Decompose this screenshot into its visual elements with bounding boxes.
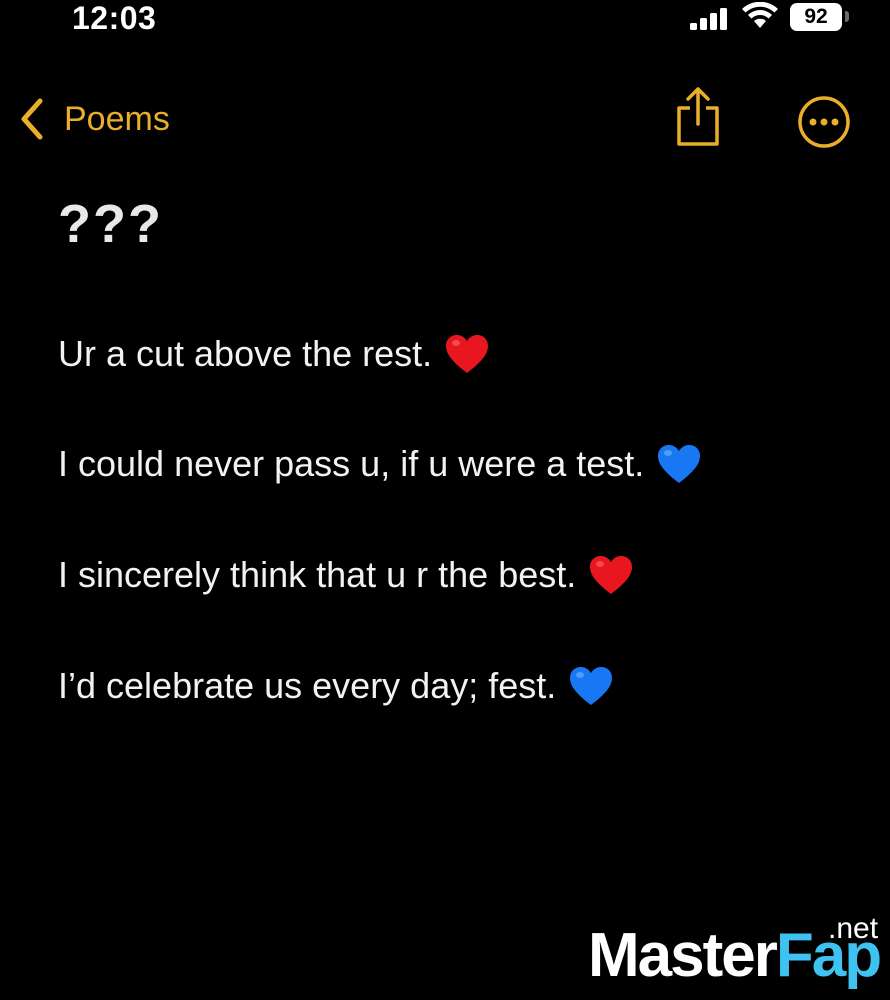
share-icon[interactable] [672, 86, 724, 150]
wifi-icon [742, 2, 778, 28]
more-icon[interactable] [797, 95, 851, 149]
back-button[interactable]: Poems [18, 94, 170, 144]
note-line[interactable]: I’d celebrate us every day; fest. [58, 665, 614, 707]
note-line-text: I sincerely think that u r the best. [58, 554, 577, 595]
note-line[interactable]: Ur a cut above the rest. [58, 333, 490, 375]
note-line[interactable]: I sincerely think that u r the best. [58, 554, 634, 596]
red-heart-icon [590, 556, 633, 594]
note-line-text: Ur a cut above the rest. [58, 333, 433, 374]
watermark-net: .net [828, 912, 879, 945]
battery-tip [845, 11, 849, 22]
signal-icon [690, 8, 727, 30]
note-line-text: I could never pass u, if u were a test. [58, 443, 645, 484]
note-line[interactable]: I could never pass u, if u were a test. [58, 443, 702, 485]
battery-icon: 92 [790, 3, 842, 31]
back-label: Poems [64, 99, 170, 138]
note-line-text: I’d celebrate us every day; fest. [58, 665, 557, 706]
watermark-logo: MasterFap .net [588, 912, 882, 1000]
note-title[interactable]: ??? [58, 193, 163, 255]
watermark-master: Master [588, 921, 778, 990]
blue-heart-icon [570, 667, 613, 705]
blue-heart-icon [658, 445, 701, 483]
status-time: 12:03 [72, 0, 157, 36]
status-bar: 12:03 92 [0, 0, 890, 44]
chevron-left-icon [21, 98, 43, 140]
red-heart-icon [446, 335, 489, 373]
nav-bar: Poems [0, 84, 890, 154]
